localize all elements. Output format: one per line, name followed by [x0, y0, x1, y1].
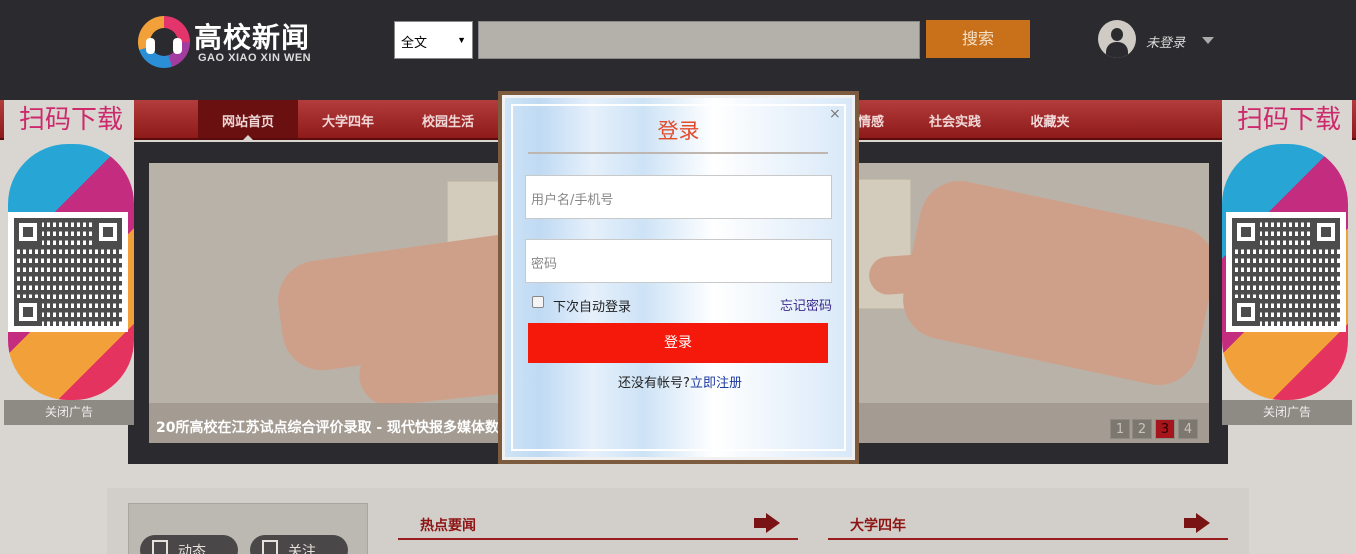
nav-item-favorites[interactable]: 收藏夹 [1015, 100, 1085, 138]
nav-item-four-years[interactable]: 大学四年 [308, 100, 388, 138]
nav-item-home[interactable]: 网站首页 [198, 100, 298, 140]
tab-dynamic[interactable]: 动态 [140, 535, 238, 554]
arrow-right-icon[interactable] [754, 513, 780, 533]
search-button[interactable]: 搜索 [926, 20, 1030, 58]
section-hot-news: 热点要闻 [398, 510, 798, 540]
site-logo[interactable]: 高校新闻 GAO XIAO XIN WEN [138, 14, 338, 70]
ad-title: 扫码下载 [1236, 105, 1341, 135]
headphones-logo-icon [138, 16, 190, 68]
ad-title: 扫码下载 [18, 105, 123, 135]
section-four-years: 大学四年 [828, 510, 1228, 540]
remember-checkbox[interactable] [532, 296, 544, 308]
star-icon [152, 540, 168, 554]
arrow-right-icon[interactable] [1184, 513, 1210, 533]
nav-item-campus-life[interactable]: 校园生活 [408, 100, 488, 138]
user-status-label: 未登录 [1146, 36, 1186, 51]
logo-subtitle: GAO XIAO XIN WEN [198, 52, 312, 64]
user-icon [262, 540, 278, 554]
qr-code [8, 212, 128, 332]
banner-caption[interactable]: 20所高校在江苏试点综合评价录取 - 现代快报多媒体数 [156, 417, 499, 437]
search-scope-value: 全文 [401, 35, 428, 50]
close-ad-button[interactable]: 关闭广告 [4, 400, 134, 425]
user-menu[interactable]: 未登录 [1098, 20, 1228, 60]
slider-page-2[interactable]: 2 [1132, 419, 1152, 439]
slider-page-1[interactable]: 1 [1110, 419, 1130, 439]
forgot-password-link[interactable]: 忘记密码 [780, 295, 832, 314]
login-button[interactable]: 登录 [528, 323, 828, 363]
register-prompt: 还没有帐号? [618, 376, 690, 391]
chevron-down-icon [1202, 37, 1214, 44]
nav-item-social-practice[interactable]: 社会实践 [915, 100, 995, 138]
search-scope-select[interactable]: 全文 ▼ [394, 21, 473, 59]
password-field[interactable]: 密码 [525, 239, 832, 283]
slider-page-3[interactable]: 3 [1155, 419, 1175, 439]
search-input[interactable] [478, 21, 920, 59]
logo-title: 高校新闻 [194, 21, 311, 54]
tab-follow[interactable]: 关注 [250, 535, 348, 554]
username-field[interactable]: 用户名/手机号 [525, 175, 832, 219]
tab-dynamic-label: 动态 [178, 544, 206, 554]
remember-label[interactable]: 下次自动登录 [553, 296, 631, 315]
section-title: 热点要闻 [420, 518, 476, 534]
right-qr-ad: 扫码下载 关闭广告 [1222, 100, 1352, 425]
close-ad-button[interactable]: 关闭广告 [1222, 400, 1352, 425]
avatar-icon [1098, 20, 1136, 58]
slider-page-4[interactable]: 4 [1178, 419, 1198, 439]
register-link[interactable]: 立即注册 [690, 372, 742, 391]
section-title: 大学四年 [850, 518, 906, 534]
login-title: 登录 [657, 119, 700, 143]
tab-follow-label: 关注 [288, 544, 316, 554]
qr-code [1226, 212, 1346, 332]
divider [528, 152, 828, 154]
left-qr-ad: 扫码下载 关闭广告 [4, 100, 134, 425]
caret-down-icon: ▼ [457, 35, 466, 45]
